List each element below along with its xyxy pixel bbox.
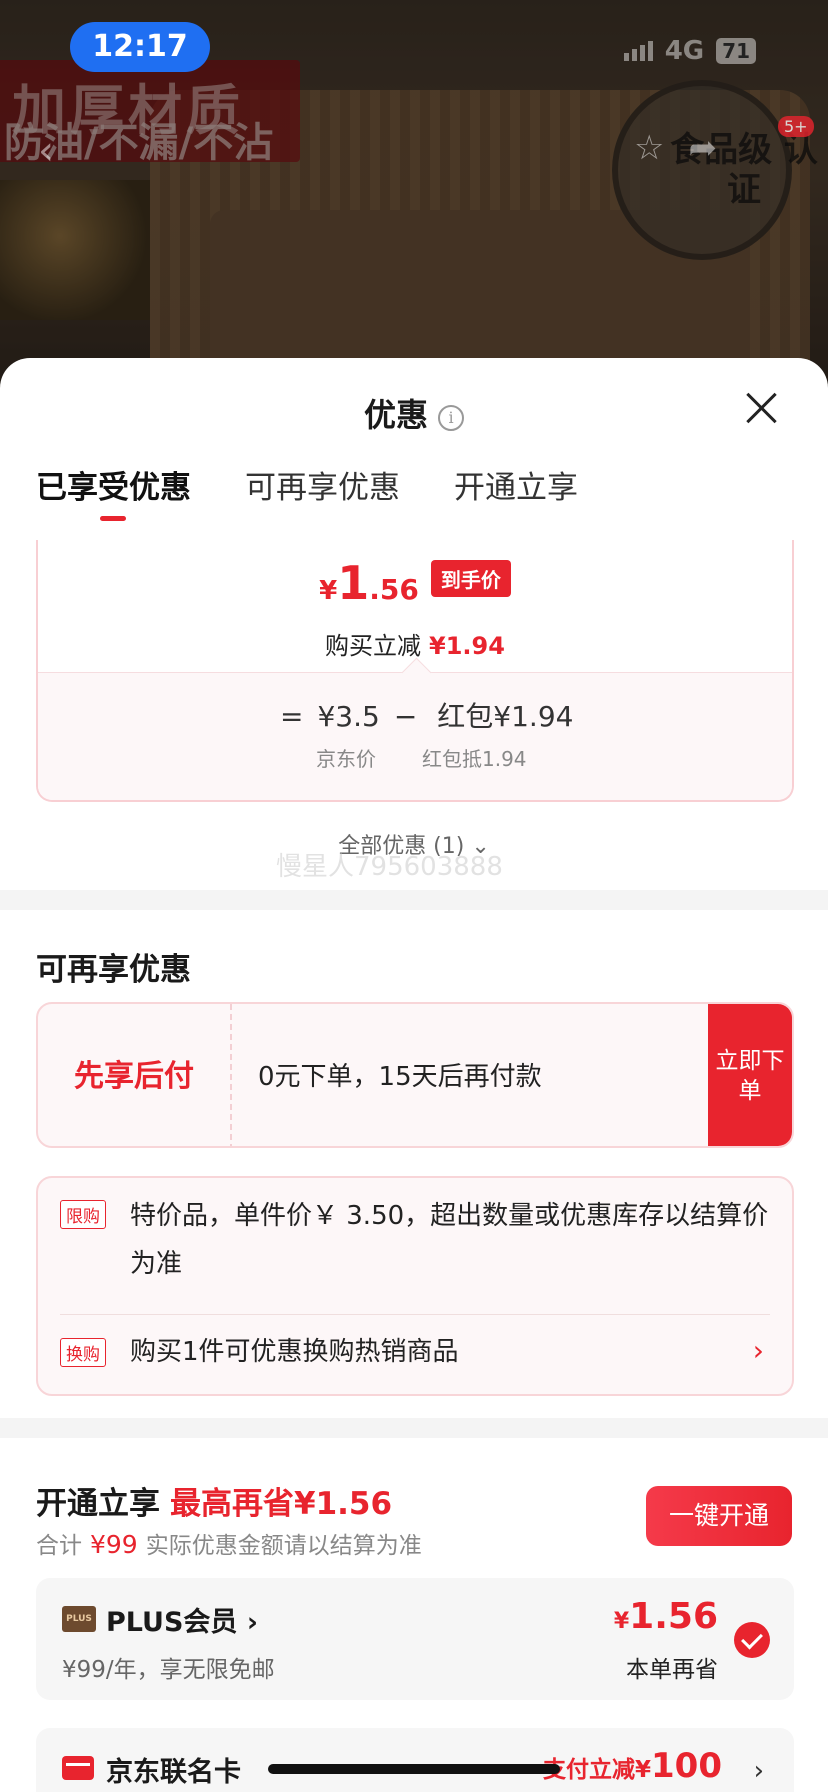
- reduce-line: 购买立减 ¥1.94: [38, 626, 792, 661]
- signal-icon: [623, 41, 653, 61]
- tab-enjoyed[interactable]: 已享受优惠: [36, 462, 191, 521]
- network-type: 4G: [664, 36, 705, 66]
- plus-currency: ¥: [613, 1609, 630, 1634]
- watermark: 慢星人795603888: [276, 852, 503, 882]
- price-formula: = ¥3.5− 红包¥1.94: [280, 695, 587, 735]
- reduce-label: 购买立减: [325, 632, 422, 660]
- plus-name-label: PLUS会员: [106, 1607, 238, 1638]
- price-card: ¥1.56 到手价 购买立减 ¥1.94 = ¥3.5− 红包¥1.94 京东价 红包抵…: [36, 540, 794, 802]
- share-icon[interactable]: ➦: [688, 128, 717, 168]
- open-sub-amount: ¥99: [90, 1530, 138, 1559]
- tab-open-enjoy[interactable]: 开通立享: [454, 462, 578, 521]
- formula-base: ¥3.5: [317, 700, 380, 733]
- price-int: 1: [337, 556, 370, 610]
- open-section-title: 开通立享 最高再省¥1.56: [36, 1478, 392, 1523]
- more-discount-title: 可再享优惠: [36, 952, 191, 988]
- open-subtitle: 合计 ¥99 实际优惠金额请以结算为准: [36, 1526, 422, 1560]
- formula-redpacket-label: 红包: [437, 700, 494, 733]
- reduce-value: ¥1.94: [429, 632, 505, 660]
- info-icon[interactable]: i: [438, 405, 464, 431]
- limit-text: 特价品，单件价￥ 3.50，超出数量或优惠库存以结算价为准: [130, 1201, 769, 1279]
- one-click-open-button[interactable]: 一键开通: [646, 1486, 792, 1546]
- sheet-title: 优惠 i: [0, 390, 828, 436]
- discount-sheet: 优惠 i 已享受优惠 可再享优惠 开通立享 ¥1.56 到手价 购买立减 ¥1.94 …: [0, 358, 828, 1792]
- redpacket-sub-label: 红包抵1.94: [422, 747, 527, 771]
- star-icon[interactable]: ☆: [634, 128, 664, 168]
- sheet-title-text: 优惠: [363, 396, 428, 434]
- paylater-label: 先享后付: [38, 1004, 232, 1146]
- status-time: 12:17: [70, 22, 210, 72]
- plus-member-card[interactable]: PLUS PLUS会员 › ¥99/年，享无限免邮 ¥1.56 本单再省: [36, 1578, 794, 1700]
- co-brand-card[interactable]: 京东联名卡 支付立减¥100 ›: [36, 1728, 794, 1792]
- price-currency: ¥: [319, 576, 338, 606]
- chevron-right-icon[interactable]: ›: [753, 1334, 764, 1367]
- formula-redpacket-value: ¥1.94: [493, 700, 574, 733]
- price-tag: 到手价: [430, 560, 511, 597]
- home-indicator[interactable]: [268, 1764, 560, 1774]
- price-breakdown: = ¥3.5− 红包¥1.94 京东价 红包抵1.94: [38, 672, 792, 800]
- check-icon[interactable]: [734, 1622, 770, 1658]
- tab-bar: 已享受优惠 可再享优惠 开通立享: [36, 462, 578, 521]
- paylater-desc: 0元下单，15天后再付款: [258, 1062, 542, 1092]
- plus-name[interactable]: PLUS会员 ›: [106, 1600, 258, 1639]
- credit-card-icon: [62, 1756, 94, 1780]
- formula-equals: =: [280, 700, 304, 733]
- plus-save-label: 本单再省: [626, 1657, 718, 1683]
- formula-minus: −: [393, 700, 418, 733]
- nav-actions: ☆ ➦: [634, 128, 717, 168]
- chevron-right-icon[interactable]: ›: [754, 1756, 764, 1786]
- open-save: 最高再省¥1.56: [170, 1486, 393, 1522]
- open-title: 开通立享: [36, 1486, 160, 1522]
- paylater-card[interactable]: 先享后付 0元下单，15天后再付款 立即下单: [36, 1002, 794, 1148]
- plus-price-value: 1.56: [629, 1596, 718, 1637]
- back-icon[interactable]: ‹: [38, 128, 54, 174]
- close-icon[interactable]: [742, 388, 782, 428]
- section-divider: [0, 1418, 828, 1438]
- rules-separator: [60, 1314, 770, 1315]
- offer-value: 100: [651, 1746, 722, 1786]
- cart-badge: 5+: [778, 116, 814, 137]
- rules-card: 限购 特价品，单件价￥ 3.50，超出数量或优惠库存以结算价为准 换购 购买1件…: [36, 1176, 794, 1396]
- jd-price-label: 京东价: [316, 747, 376, 771]
- status-icons: 4G 71: [623, 36, 756, 66]
- open-sub-prefix: 合计: [36, 1533, 82, 1559]
- tab-more-discount[interactable]: 可再享优惠: [245, 462, 400, 521]
- chevron-right-icon: ›: [246, 1607, 258, 1638]
- limit-tag: 限购: [60, 1200, 106, 1229]
- price-dec: .56: [369, 573, 419, 606]
- exchange-text[interactable]: 购买1件可优惠换购热销商品: [130, 1328, 459, 1376]
- open-sub-suffix: 实际优惠金额请以结算为准: [145, 1533, 422, 1559]
- co-brand-offer: 支付立减¥100: [543, 1746, 722, 1786]
- final-price: ¥1.56 到手价: [38, 556, 792, 610]
- plus-logo-icon: PLUS: [62, 1606, 96, 1632]
- plus-save-price: ¥1.56: [614, 1596, 718, 1637]
- order-now-button[interactable]: 立即下单: [708, 1004, 792, 1146]
- exchange-tag: 换购: [60, 1338, 106, 1367]
- battery-icon: 71: [716, 38, 756, 64]
- plus-desc: ¥99/年，享无限免邮: [62, 1657, 275, 1683]
- section-divider: [0, 890, 828, 910]
- co-brand-card-name: 京东联名卡: [106, 1757, 241, 1788]
